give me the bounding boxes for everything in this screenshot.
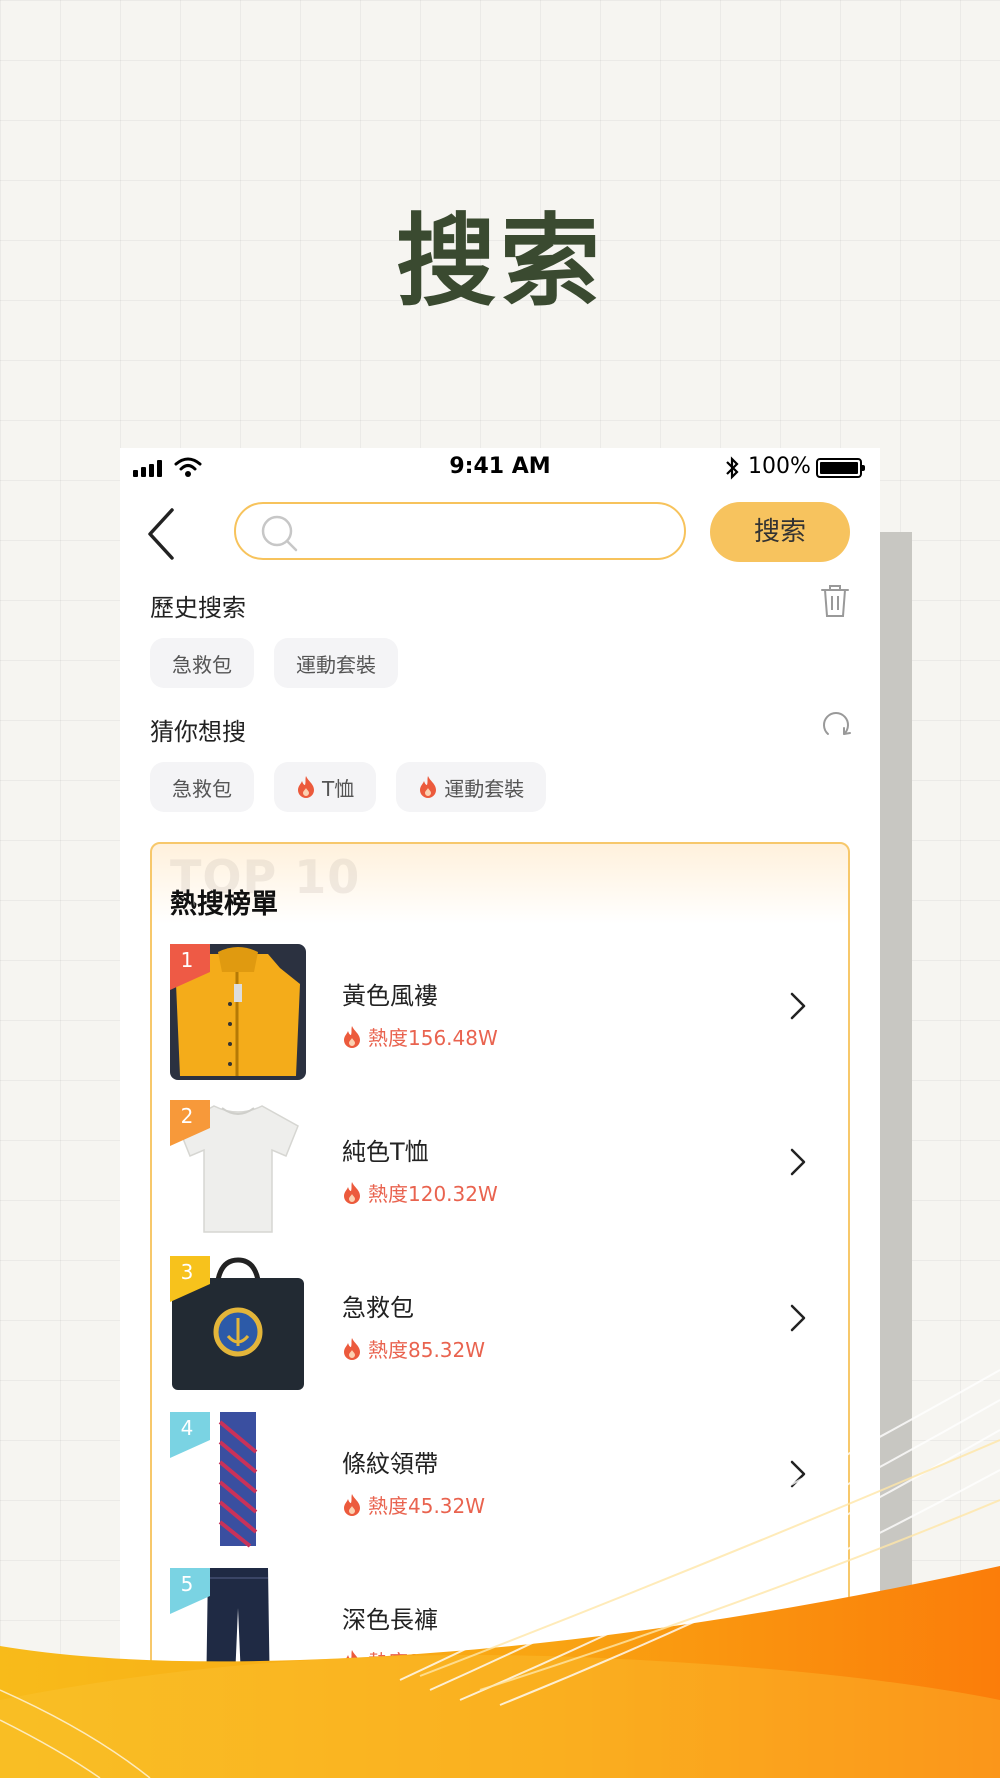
search-input[interactable]: [306, 514, 670, 552]
item-name: 純色T恤: [342, 1138, 429, 1166]
chevron-right-icon[interactable]: [788, 1302, 808, 1334]
item-name: 黃色風褸: [342, 982, 438, 1010]
rank-number: 3: [180, 1260, 194, 1284]
hot-list-title: 熱搜榜單: [170, 889, 278, 920]
fire-icon: [344, 1493, 360, 1516]
battery-percent: 100%: [748, 454, 811, 479]
hot-list-item[interactable]: 3 急救包 熱度85.32W: [170, 1256, 830, 1392]
rank-number: 5: [180, 1572, 194, 1596]
history-title: 歷史搜索: [150, 594, 246, 622]
status-bar: 9:41 AM 100%: [120, 448, 880, 488]
rank-badge: 4: [170, 1412, 210, 1458]
trash-icon[interactable]: [820, 584, 850, 618]
item-name: 條紋領帶: [342, 1450, 438, 1478]
phone-screen: 9:41 AM 100% 搜索 歷史搜索 急救包 運動套裝 猜你想搜 急救包 T…: [120, 448, 880, 1778]
hot-list-item[interactable]: 2 純色T恤 熱度120.32W: [170, 1100, 830, 1236]
rank-badge: 2: [170, 1100, 210, 1146]
heat-value: 熱度18.32W: [368, 1650, 486, 1674]
suggest-chips: 急救包 T恤 運動套裝: [150, 762, 547, 812]
hot-list-item[interactable]: 1 黃色風褸 熱度156.48W: [170, 944, 830, 1080]
suggest-chip[interactable]: 急救包: [150, 762, 254, 812]
item-heat: 熱度45.32W: [342, 1490, 485, 1519]
search-button[interactable]: 搜索: [710, 502, 850, 562]
fire-icon: [344, 1337, 360, 1360]
rank-badge: 3: [170, 1256, 210, 1302]
search-icon: [261, 515, 298, 552]
heat-value: 熱度45.32W: [368, 1494, 486, 1518]
chip-label: 運動套裝: [296, 652, 376, 677]
search-field[interactable]: [234, 502, 686, 560]
item-heat: 熱度156.48W: [342, 1022, 498, 1051]
fire-icon: [344, 1649, 360, 1672]
rank-badge: 1: [170, 944, 210, 990]
rank-number: 1: [180, 948, 194, 972]
rank-number: 2: [180, 1104, 194, 1128]
heat-value: 熱度120.32W: [368, 1182, 498, 1206]
refresh-icon[interactable]: [820, 708, 852, 740]
chip-label: 急救包: [172, 652, 232, 677]
chevron-right-icon[interactable]: [788, 990, 808, 1022]
bluetooth-icon: [726, 456, 739, 480]
item-heat: 熱度120.32W: [342, 1178, 498, 1207]
chip-label: T恤: [322, 776, 355, 801]
rank-number: 4: [180, 1416, 194, 1440]
chevron-right-icon[interactable]: [788, 1146, 808, 1178]
item-heat: 熱度18.32W: [342, 1646, 485, 1675]
suggest-chip[interactable]: T恤: [274, 762, 377, 812]
back-arrow-icon[interactable]: [142, 506, 182, 562]
suggest-title: 猜你想搜: [150, 718, 246, 746]
fire-icon: [298, 776, 314, 798]
fire-icon: [344, 1181, 360, 1204]
heat-value: 熱度156.48W: [368, 1026, 498, 1050]
hot-list-item[interactable]: 4 條紋領帶 熱度45.32W: [170, 1412, 830, 1548]
heat-value: 熱度85.32W: [368, 1338, 486, 1362]
rank-badge: 5: [170, 1568, 210, 1614]
page-headline: 搜索: [396, 203, 604, 320]
item-name: 急救包: [342, 1294, 414, 1322]
history-chip[interactable]: 運動套裝: [274, 638, 398, 688]
chip-label: 急救包: [172, 776, 232, 801]
battery-icon: [816, 458, 865, 478]
item-heat: 熱度85.32W: [342, 1334, 485, 1363]
item-name: 深色長褲: [342, 1606, 438, 1634]
hot-list-card: TOP 10 熱搜榜單 1 黃色風褸 熱度156.48W 2 純色T恤 熱度12…: [150, 842, 850, 1778]
fire-icon: [420, 776, 437, 798]
chevron-right-icon[interactable]: [788, 1458, 808, 1490]
hot-list-item[interactable]: 5 深色長褲 熱度18.32W: [170, 1568, 830, 1704]
history-chips: 急救包 運動套裝: [150, 638, 398, 688]
fire-icon: [344, 1025, 360, 1048]
history-chip[interactable]: 急救包: [150, 638, 254, 688]
chip-label: 運動套裝: [444, 776, 525, 801]
suggest-chip[interactable]: 運動套裝: [396, 762, 547, 812]
